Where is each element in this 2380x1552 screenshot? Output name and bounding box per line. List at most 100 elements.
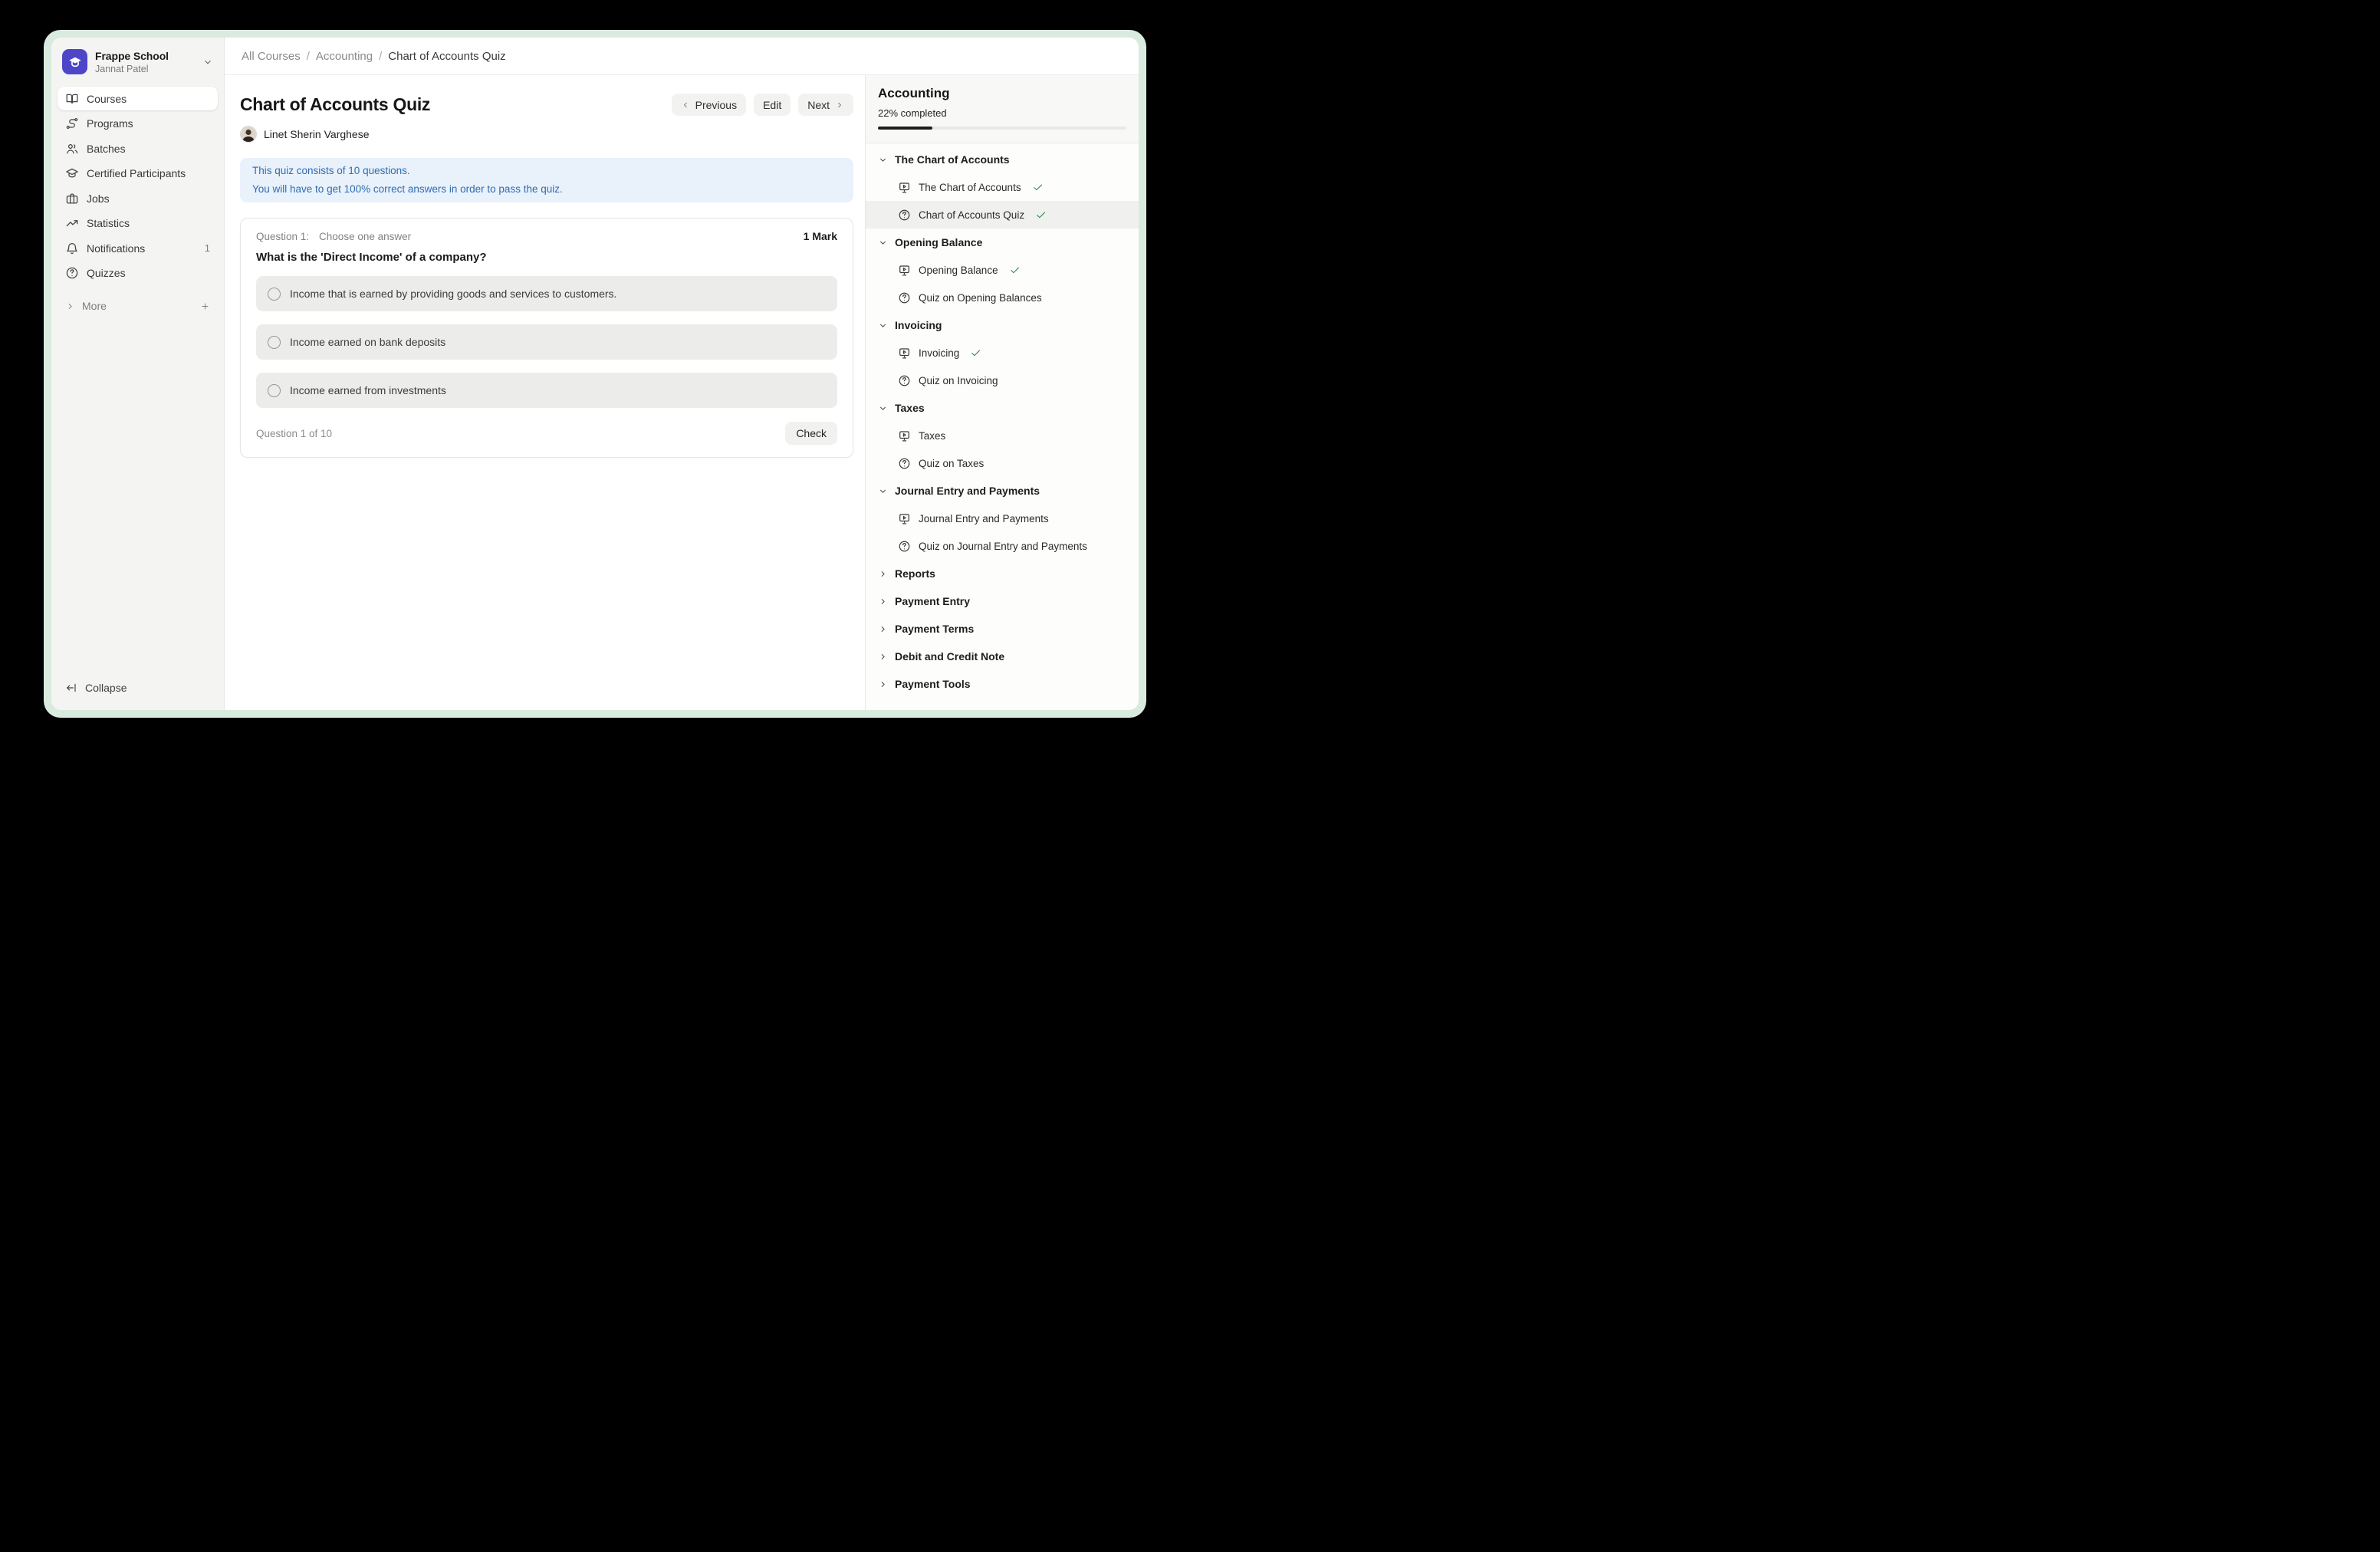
outline-item-quiz-on-taxes[interactable]: Quiz on Taxes [866, 449, 1139, 477]
breadcrumb-link[interactable]: All Courses [242, 50, 301, 63]
breadcrumb-separator: / [307, 50, 310, 63]
answer-option[interactable]: Income earned on bank deposits [256, 324, 837, 360]
outline-section-debit-and-credit-note[interactable]: Debit and Credit Note [866, 643, 1139, 670]
course-title: Accounting [878, 86, 1126, 101]
outline-item-taxes[interactable]: Taxes [866, 422, 1139, 449]
outline-section-the-chart-of-accounts[interactable]: The Chart of Accounts [866, 146, 1139, 173]
sidebar-item-courses[interactable]: Courses [58, 87, 218, 110]
sidebar-item-jobs[interactable]: Jobs [58, 186, 218, 210]
programs-icon [65, 117, 79, 130]
outline-section-title: The Chart of Accounts [895, 153, 1010, 166]
author-avatar [240, 126, 257, 143]
sidebar-item-quizzes[interactable]: Quizzes [58, 261, 218, 285]
outline-section-opening-balance[interactable]: Opening Balance [866, 229, 1139, 256]
outline-section-payment-entry[interactable]: Payment Entry [866, 587, 1139, 615]
breadcrumb: All Courses/Accounting/Chart of Accounts… [242, 50, 506, 63]
next-label: Next [807, 99, 830, 111]
author-row: Linet Sherin Varghese [240, 126, 853, 143]
outline-section-payment-tools[interactable]: Payment Tools [866, 670, 1139, 698]
check-button[interactable]: Check [785, 422, 837, 445]
lesson-icon [898, 264, 911, 277]
plus-icon[interactable] [200, 301, 210, 311]
sidebar-item-label: Batches [87, 143, 126, 155]
quiz-notice-banner: This quiz consists of 10 questions.You w… [240, 158, 853, 202]
answer-option-label: Income earned from investments [290, 384, 446, 396]
book-open-icon [65, 92, 79, 106]
left-sidebar: Frappe School Jannat Patel CoursesProgra… [51, 38, 225, 710]
completed-check-icon [1032, 182, 1044, 193]
lesson-icon [898, 181, 911, 194]
sidebar-item-batches[interactable]: Batches [58, 136, 218, 160]
outline-section-taxes[interactable]: Taxes [866, 394, 1139, 422]
chevron-down-icon [878, 155, 888, 165]
outline-section-journal-entry-and-payments[interactable]: Journal Entry and Payments [866, 477, 1139, 505]
chevron-right-icon [878, 569, 888, 579]
notice-line: This quiz consists of 10 questions. [252, 162, 841, 180]
outline-item-invoicing[interactable]: Invoicing [866, 339, 1139, 367]
collapse-button[interactable]: Collapse [58, 676, 218, 699]
bell-icon [65, 242, 79, 255]
outline-item-label: Quiz on Opening Balances [919, 292, 1042, 304]
breadcrumb-link[interactable]: Accounting [316, 50, 373, 63]
outline-section-title: Opening Balance [895, 236, 982, 248]
sidebar-item-statistics[interactable]: Statistics [58, 212, 218, 235]
outline-item-label: Quiz on Taxes [919, 458, 984, 469]
sidebar-item-certified-participants[interactable]: Certified Participants [58, 162, 218, 186]
quiz-icon [898, 540, 911, 553]
chevron-right-icon [835, 100, 844, 110]
question-header: Question 1: Choose one answer 1 Mark [256, 230, 837, 242]
radio-button[interactable] [268, 288, 281, 301]
outline-section-title: Invoicing [895, 319, 942, 331]
answer-option[interactable]: Income earned from investments [256, 373, 837, 408]
outline-item-journal-entry-and-payments[interactable]: Journal Entry and Payments [866, 505, 1139, 532]
trending-up-icon [65, 216, 79, 230]
outline-item-quiz-on-journal-entry-and-payments[interactable]: Quiz on Journal Entry and Payments [866, 532, 1139, 560]
question-instruction: Choose one answer [319, 231, 411, 242]
outline-item-label: Taxes [919, 430, 945, 442]
outline-item-opening-balance[interactable]: Opening Balance [866, 256, 1139, 284]
chevron-down-icon [878, 321, 888, 330]
next-button[interactable]: Next [798, 94, 853, 116]
content-column: All Courses/Accounting/Chart of Accounts… [225, 38, 1139, 710]
edit-label: Edit [763, 99, 781, 111]
sidebar-item-notifications[interactable]: Notifications1 [58, 236, 218, 260]
course-completion-text: 22% completed [878, 107, 1126, 119]
outline-section-invoicing[interactable]: Invoicing [866, 311, 1139, 339]
quiz-actions: Previous Edit Next [672, 94, 853, 116]
sidebar-nav: CoursesPrograms Batches Certified Particip… [58, 87, 218, 285]
outline-section-title: Debit and Credit Note [895, 650, 1004, 663]
chevron-down-icon [878, 403, 888, 413]
outline-item-quiz-on-opening-balances[interactable]: Quiz on Opening Balances [866, 284, 1139, 311]
school-name: Frappe School [95, 50, 169, 62]
outline-section-payment-terms[interactable]: Payment Terms [866, 615, 1139, 643]
question-footer: Question 1 of 10 Check [256, 422, 837, 445]
chevron-right-icon [878, 597, 888, 607]
outline-section-title: Payment Tools [895, 678, 971, 690]
sidebar-item-programs[interactable]: Programs [58, 112, 218, 136]
outline-item-the-chart-of-accounts[interactable]: The Chart of Accounts [866, 173, 1139, 201]
course-progress-bar [878, 127, 1126, 130]
collapse-label: Collapse [85, 682, 127, 694]
outline-section-reports[interactable]: Reports [866, 560, 1139, 587]
author-name: Linet Sherin Varghese [264, 128, 370, 140]
edit-button[interactable]: Edit [754, 94, 791, 116]
outline-item-quiz-on-invoicing[interactable]: Quiz on Invoicing [866, 367, 1139, 394]
title-row: Chart of Accounts Quiz Previous Edit [240, 94, 853, 116]
sidebar-item-label: Jobs [87, 192, 110, 205]
sidebar-more[interactable]: More [58, 294, 218, 318]
outline-item-chart-of-accounts-quiz[interactable]: Chart of Accounts Quiz [866, 201, 1139, 229]
quiz-icon [898, 374, 911, 387]
answer-option[interactable]: Income that is earned by providing goods… [256, 276, 837, 311]
outline-item-label: Chart of Accounts Quiz [919, 209, 1024, 221]
radio-button[interactable] [268, 336, 281, 349]
radio-button[interactable] [268, 384, 281, 397]
workspace-switcher[interactable]: Frappe School Jannat Patel [58, 48, 218, 74]
page-title: Chart of Accounts Quiz [240, 94, 430, 115]
chevron-right-icon [878, 679, 888, 689]
notice-line: You will have to get 100% correct answer… [252, 180, 841, 199]
completed-check-icon [1035, 209, 1047, 221]
chevron-down-icon [878, 238, 888, 248]
help-circle-icon [65, 266, 79, 280]
previous-button[interactable]: Previous [672, 94, 746, 116]
outline-section-title: Reports [895, 567, 935, 580]
